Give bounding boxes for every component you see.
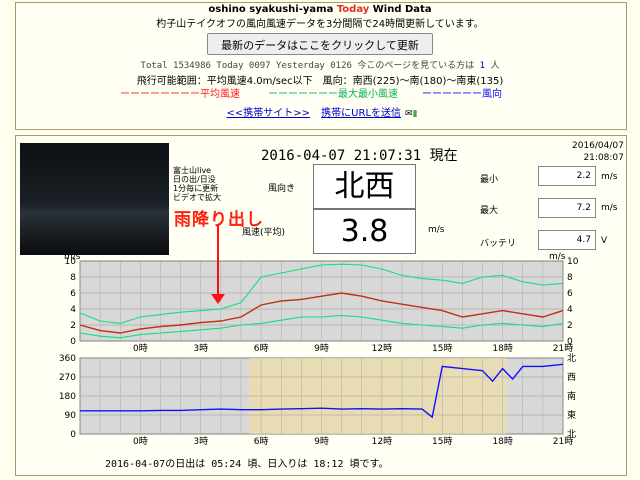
- y-tick-label-left-3: 270: [59, 373, 76, 383]
- y-tick-label-right-2: 南: [567, 390, 576, 402]
- y-tick-label-right-3: 西: [567, 372, 576, 383]
- x-tick-label-4: 12時: [372, 436, 392, 447]
- y-tick-label-left-0: 0: [70, 430, 76, 440]
- x-tick-label-3: 9時: [314, 436, 329, 447]
- rain-arrow-head: [211, 294, 225, 304]
- x-tick-label-1: 3時: [193, 343, 208, 354]
- x-tick-label-3: 9時: [314, 343, 329, 354]
- y-tick-label-right-4: 北: [567, 353, 576, 364]
- x-tick-label-1: 3時: [193, 436, 208, 447]
- y-tick-label-right-1: 2: [567, 321, 573, 331]
- y-tick-label-left-2: 4: [70, 305, 76, 315]
- x-tick-label-6: 18時: [492, 436, 512, 447]
- y-unit-left: m/s: [64, 252, 81, 262]
- y-tick-label-left-0: 0: [70, 337, 76, 347]
- x-tick-label-7: 21時: [553, 343, 573, 354]
- charts-svg: 0 02 24 46 68 810 100時 3時 6時 9時 12時 15時 18時 21時m/s m/s…: [59, 252, 579, 447]
- y-tick-label-left-1: 2: [70, 321, 76, 331]
- y-tick-label-right-3: 6: [567, 289, 573, 299]
- x-tick-label-6: 18時: [492, 343, 512, 354]
- y-tick-label-left-2: 180: [59, 392, 76, 402]
- x-tick-label-5: 15時: [432, 436, 452, 447]
- rain-annotation: 雨降り出し: [174, 210, 264, 230]
- y-tick-label-left-3: 6: [70, 289, 76, 299]
- wind-speed-chart: 0 02 24 46 68 810 100時 3時 6時 9時 12時 15時 18時 21時m/s m/s: [64, 252, 579, 354]
- x-tick-label-5: 15時: [432, 343, 452, 354]
- y-tick-label-right-5: 10: [567, 257, 579, 267]
- y-tick-label-left-4: 360: [59, 354, 76, 364]
- x-tick-label-2: 6時: [254, 343, 269, 354]
- y-tick-label-right-1: 東: [567, 409, 576, 421]
- sunrise-sunset: 2016-04-07の日出は 05:24 頃、日入りは 18:12 頃です。: [105, 459, 389, 470]
- wind-direction-chart: 0 北90 東180 南270 西360 北0時 3時 6時 9時 12時 15時 18時 21時: [59, 353, 576, 447]
- x-tick-label-0: 0時: [133, 436, 148, 447]
- y-tick-label-left-4: 8: [70, 273, 76, 283]
- x-tick-label-7: 21時: [553, 436, 573, 447]
- rain-arrow-shaft: [217, 224, 219, 296]
- y-unit-right: m/s: [549, 252, 566, 262]
- y-tick-label-right-2: 4: [567, 305, 573, 315]
- y-tick-label-left-1: 90: [65, 411, 77, 421]
- x-tick-label-0: 0時: [133, 343, 148, 354]
- y-tick-label-right-4: 8: [567, 273, 573, 283]
- x-tick-label-2: 6時: [254, 436, 269, 447]
- x-tick-label-4: 12時: [372, 343, 392, 354]
